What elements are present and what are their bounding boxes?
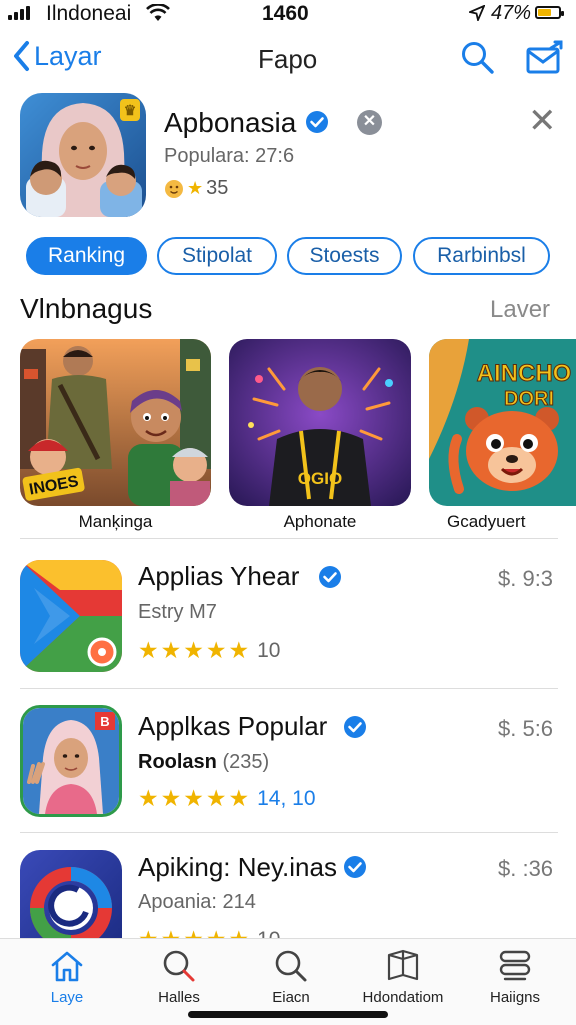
star-icon: ★ (160, 785, 182, 811)
clear-icon[interactable]: ✕ (357, 110, 382, 135)
battery-percent: 47% (491, 2, 532, 24)
app-subtitle: Estry M7 (138, 601, 217, 623)
verified-icon (344, 716, 366, 738)
app-subtitle: Roolasn (235) (138, 751, 269, 774)
tab-stoests[interactable]: Stoests (287, 237, 402, 275)
star-rating: ★ ★ ★ ★ ★ 14, 10 (138, 785, 316, 812)
star-icon: ★ (138, 785, 159, 811)
military-kids-artwork: INOES (20, 339, 211, 506)
home-indicator (188, 1011, 388, 1018)
tab-ranking[interactable]: Ranking (26, 237, 147, 275)
tabbar-label: Eiacn (272, 989, 310, 1006)
app-price[interactable]: $. 5:6 (498, 716, 553, 742)
section-title: Vlnbnagus (20, 293, 153, 324)
rating-count: 14, 10 (257, 786, 316, 810)
book-icon (387, 949, 419, 981)
tabbar-item-hdondatiom[interactable]: Hdondatiom (348, 947, 458, 1006)
app-icon-applias-yhear[interactable] (20, 560, 122, 672)
star-icon: ★ (160, 637, 182, 663)
star-icon: ★ (138, 637, 159, 663)
verified-icon (344, 856, 366, 878)
location-arrow-icon (469, 5, 485, 21)
rating-count: 10 (257, 638, 281, 662)
featured-card-2[interactable]: OGIO (229, 339, 411, 506)
banner-line-2: DORI (504, 388, 554, 410)
app-title: Applias Yhear (138, 561, 300, 591)
banner-line-1: AINCHO (477, 360, 572, 387)
home-icon (51, 951, 83, 982)
stack-icon (499, 950, 531, 981)
carrier-name: Ilndoneai (46, 2, 132, 25)
verified-icon (306, 111, 328, 133)
app-price[interactable]: $. :36 (498, 856, 553, 882)
featured-card-3[interactable]: AINCHO DORI (429, 339, 576, 506)
back-label: Layar (34, 40, 102, 71)
tabbar-label: Haiigns (489, 989, 541, 1006)
popularity-label: Popularа: 27:6 (164, 145, 295, 167)
chevron-logo-icon (20, 560, 122, 672)
search-icon[interactable] (460, 40, 496, 76)
man-fireworks-artwork: OGIO (229, 339, 411, 506)
section-see-all-link[interactable]: Laver (490, 296, 550, 324)
tab-rarbinbsl[interactable]: Rarbinbsl (413, 237, 550, 275)
divider (20, 688, 558, 689)
page-title: Fapo (258, 44, 318, 74)
star-icon: ★ (205, 785, 227, 811)
tabbar-item-eiacn[interactable]: Eiacn (236, 947, 346, 1006)
tabbar-label: Halles (158, 989, 200, 1006)
app-subtitle-bold: Roolasn (138, 751, 217, 773)
battery-icon (535, 6, 564, 19)
star-icon: ★ (228, 785, 250, 811)
status-time: 1460 (262, 2, 309, 25)
mail-icon[interactable] (525, 40, 565, 76)
verified-icon (319, 566, 341, 588)
featured-card-1[interactable]: INOES (20, 339, 211, 506)
featured-caption-2: Aphonate (283, 512, 357, 531)
app-name: Apbonasia (164, 107, 297, 138)
tabbar-label: Hdondatiom (362, 989, 444, 1006)
app-subtitle: Apoania: 214 (138, 891, 256, 913)
close-icon[interactable]: ✕ (528, 104, 557, 138)
shirt-text: OGIO (298, 469, 342, 488)
star-icon: ★ (183, 785, 204, 811)
featured-caption-1: Manķinga (78, 512, 153, 531)
face-icon (165, 179, 183, 198)
star-icon: ★ (187, 178, 204, 198)
featured-caption-3: Gcadyuert (447, 512, 526, 531)
back-button[interactable]: Layar (12, 40, 102, 72)
app-subtitle-count: (235) (222, 751, 270, 773)
status-bar: Ilndoneai 1460 47% (0, 0, 576, 30)
app-price[interactable]: $. 9:3 (498, 566, 553, 592)
crown-badge-icon: ♛ (120, 99, 140, 121)
tabbar-item-laye[interactable]: Laye (12, 947, 122, 1006)
tab-stipolat[interactable]: Stipolat (157, 237, 277, 275)
cartoon-bear-artwork: AINCHO DORI (429, 339, 576, 506)
app-title: Applkas Popular (138, 711, 328, 741)
star-icon: ★ (183, 637, 204, 663)
search-icon (275, 950, 307, 982)
app-hero-image[interactable]: ♛ (20, 93, 146, 217)
girl-waving-icon: B (23, 708, 119, 814)
svg-text:B: B (100, 714, 109, 729)
header-rating: ★ 35 (164, 177, 228, 200)
wifi-icon (146, 4, 170, 21)
app-title: Apiking: Ney.inas (138, 852, 337, 882)
star-rating: ★ ★ ★ ★ ★ 10 (138, 637, 280, 664)
tabbar-label: Laye (50, 989, 84, 1006)
star-icon: ★ (205, 637, 227, 663)
chevron-left-icon (14, 41, 29, 71)
search-icon (163, 950, 195, 982)
rating-value: 35 (206, 177, 229, 199)
divider (20, 832, 558, 833)
tabbar-item-haiigns[interactable]: Haiigns (460, 947, 570, 1006)
app-icon-applkas-popular[interactable]: B (20, 705, 122, 817)
star-icon: ★ (228, 637, 250, 663)
cell-signal-icon (8, 6, 30, 20)
tabbar-item-halles[interactable]: Halles (124, 947, 234, 1006)
divider (20, 538, 558, 539)
